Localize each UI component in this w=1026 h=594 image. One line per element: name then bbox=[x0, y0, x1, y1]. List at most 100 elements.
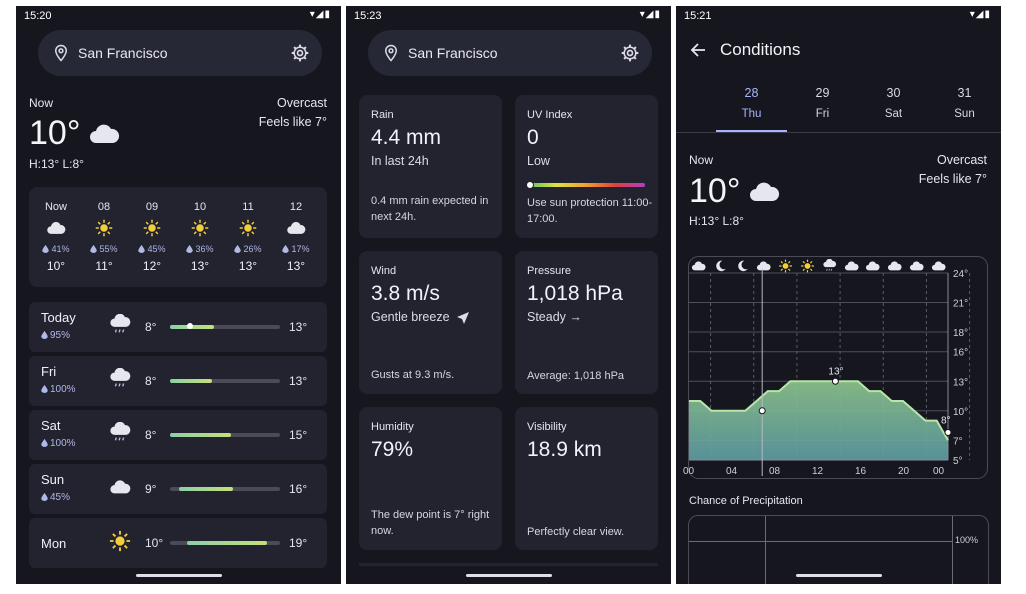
card-subtitle: Gentle breeze bbox=[371, 310, 450, 324]
low-temperature: 9° bbox=[145, 482, 157, 496]
status-time: 15:23 bbox=[354, 10, 382, 22]
daily-forecast-row[interactable]: Sat 100% 8° 15° bbox=[29, 410, 327, 460]
high-temperature: 13° bbox=[289, 374, 308, 388]
feels-like-text: Feels like 7° bbox=[258, 115, 327, 129]
precip-chance: 55% bbox=[81, 244, 127, 254]
condition-text: Overcast bbox=[276, 96, 327, 110]
back-arrow-icon[interactable] bbox=[690, 42, 706, 58]
temp-range-fill bbox=[186, 541, 267, 545]
tab-day: Fri bbox=[815, 108, 830, 120]
card-value: 0 bbox=[527, 126, 539, 149]
end-annotation: 8° bbox=[941, 415, 951, 426]
hour-temperature: 10° bbox=[46, 259, 66, 273]
status-time: 15:20 bbox=[24, 10, 52, 22]
current-temperature: 10° bbox=[29, 114, 81, 152]
humidity-card[interactable]: Humidity 79% The dew point is 7° right n… bbox=[359, 407, 502, 550]
hour-temperature: 13° bbox=[190, 259, 210, 273]
sun-icon bbox=[238, 219, 258, 237]
pressure-card[interactable]: Pressure 1,018 hPa Steady → Average: 1,0… bbox=[515, 251, 658, 394]
card-title: Wind bbox=[371, 265, 397, 277]
precip-chance: 41% bbox=[33, 244, 79, 254]
low-temperature: 8° bbox=[145, 320, 157, 334]
status-bar: 15:20 ▾◢▮ bbox=[16, 6, 341, 28]
current-temperature: 10° bbox=[689, 172, 741, 210]
location-pin-icon bbox=[54, 44, 68, 62]
card-title: UV Index bbox=[527, 109, 573, 121]
hour-temperature: 11° bbox=[95, 259, 113, 273]
cloud-icon bbox=[750, 182, 780, 201]
uv-scale-bar bbox=[527, 183, 645, 187]
tab-day: Thu bbox=[741, 108, 762, 120]
x-tick-label: 16 bbox=[855, 466, 867, 477]
daily-forecast-row[interactable]: Sun 45% 9° 16° bbox=[29, 464, 327, 514]
tab-day: Sun bbox=[954, 108, 975, 120]
card-subtitle: Steady → bbox=[527, 310, 582, 324]
settings-gear-icon[interactable] bbox=[620, 43, 640, 63]
wind-card[interactable]: Wind 3.8 m/s Gentle breeze Gusts at 9.3 … bbox=[359, 251, 502, 394]
temperature-chart[interactable]: 24° 21° 18° 16° 13° 10° 7° 5° 13° 8° 00 04 08 12 16 20 0… bbox=[676, 246, 1001, 481]
precip-chance: 95% bbox=[41, 330, 70, 341]
hour-label: 12 bbox=[289, 201, 303, 213]
card-value: 3.8 m/s bbox=[371, 282, 440, 305]
status-bar: 15:23 ▾◢▮ bbox=[346, 6, 671, 28]
cloud-icon bbox=[90, 124, 120, 143]
gesture-handle[interactable] bbox=[136, 574, 222, 577]
status-bar: 15:21 ▾◢▮ bbox=[676, 6, 1001, 28]
precipitation-title: Chance of Precipitation bbox=[689, 495, 803, 507]
daily-forecast-row[interactable]: Fri 100% 8° 13° bbox=[29, 356, 327, 406]
x-tick-label: 20 bbox=[898, 466, 910, 477]
hourly-forecast-card[interactable]: Now 41% 10° 08 55% 11° 09 45% 12° 10 36% 13° 11 26% 13… bbox=[29, 187, 327, 287]
daily-forecast-row[interactable]: Today 95% 8° 13° bbox=[29, 302, 327, 352]
high-temperature: 16° bbox=[289, 482, 308, 496]
y-tick-label: 21° bbox=[953, 299, 968, 310]
location-name: San Francisco bbox=[408, 45, 498, 61]
now-label: Now bbox=[689, 153, 714, 167]
visibility-card[interactable]: Visibility 18.9 km Perfectly clear view. bbox=[515, 407, 658, 550]
temp-range-bar bbox=[170, 487, 280, 491]
wind-direction-icon bbox=[457, 312, 469, 324]
sun-icon bbox=[142, 219, 162, 237]
x-tick-label: 08 bbox=[769, 466, 781, 477]
y-tick-label: 24° bbox=[953, 269, 968, 280]
card-title: Humidity bbox=[371, 421, 414, 433]
location-search-bar[interactable]: San Francisco bbox=[368, 30, 652, 76]
location-name: San Francisco bbox=[78, 45, 168, 61]
card-value: 18.9 km bbox=[527, 438, 602, 461]
weather-details-screen: 15:23 ▾◢▮ San Francisco Rain 4.4 mm In l… bbox=[346, 6, 671, 584]
page-title: Conditions bbox=[720, 40, 801, 59]
uv-marker bbox=[526, 181, 534, 189]
tab-date: 31 bbox=[957, 86, 972, 100]
hour-label: 09 bbox=[145, 201, 159, 213]
cloud-icon bbox=[286, 219, 306, 237]
max-point bbox=[831, 377, 839, 385]
rain-card[interactable]: Rain 4.4 mm In last 24h 0.4 mm rain expe… bbox=[359, 95, 502, 238]
card-value: 4.4 mm bbox=[371, 126, 442, 149]
conditions-screen: 15:21 ▾◢▮ Conditions 28 Thu 29 Fri 30 Sa… bbox=[676, 6, 1001, 584]
temp-range-fill bbox=[178, 487, 233, 491]
location-search-bar[interactable]: San Francisco bbox=[38, 30, 322, 76]
status-icons: ▾◢▮ bbox=[639, 9, 661, 20]
y-tick-label: 7° bbox=[953, 436, 963, 447]
y-tick-label: 5° bbox=[953, 456, 963, 467]
gesture-handle[interactable] bbox=[796, 574, 882, 577]
settings-gear-icon[interactable] bbox=[290, 43, 310, 63]
card-title: Rain bbox=[371, 109, 394, 121]
location-pin-icon bbox=[384, 44, 398, 62]
sun-icon bbox=[190, 219, 210, 237]
weather-main-screen: 15:20 ▾◢▮ San Francisco Now 10° H:13° L:… bbox=[16, 6, 341, 584]
daily-forecast-row[interactable]: Mon 10° 19° bbox=[29, 518, 327, 568]
uv-index-card[interactable]: UV Index 0 Low Use sun protection 11:00-… bbox=[515, 95, 658, 238]
gesture-handle[interactable] bbox=[466, 574, 552, 577]
card-description: Gusts at 9.3 m/s. bbox=[371, 369, 455, 381]
rain-cloud-icon bbox=[109, 367, 131, 390]
feels-like-text: Feels like 7° bbox=[918, 172, 987, 186]
precip-chance: 26% bbox=[225, 244, 271, 254]
hour-temperature: 13° bbox=[286, 259, 306, 273]
hour-label: 08 bbox=[97, 201, 111, 213]
precip-chance: 100% bbox=[41, 384, 76, 395]
tab-date: 29 bbox=[815, 86, 830, 100]
low-temperature: 8° bbox=[145, 374, 157, 388]
card-value: 1,018 hPa bbox=[527, 282, 623, 305]
precip-chance: 45% bbox=[41, 492, 70, 503]
temp-range-fill bbox=[170, 379, 212, 383]
